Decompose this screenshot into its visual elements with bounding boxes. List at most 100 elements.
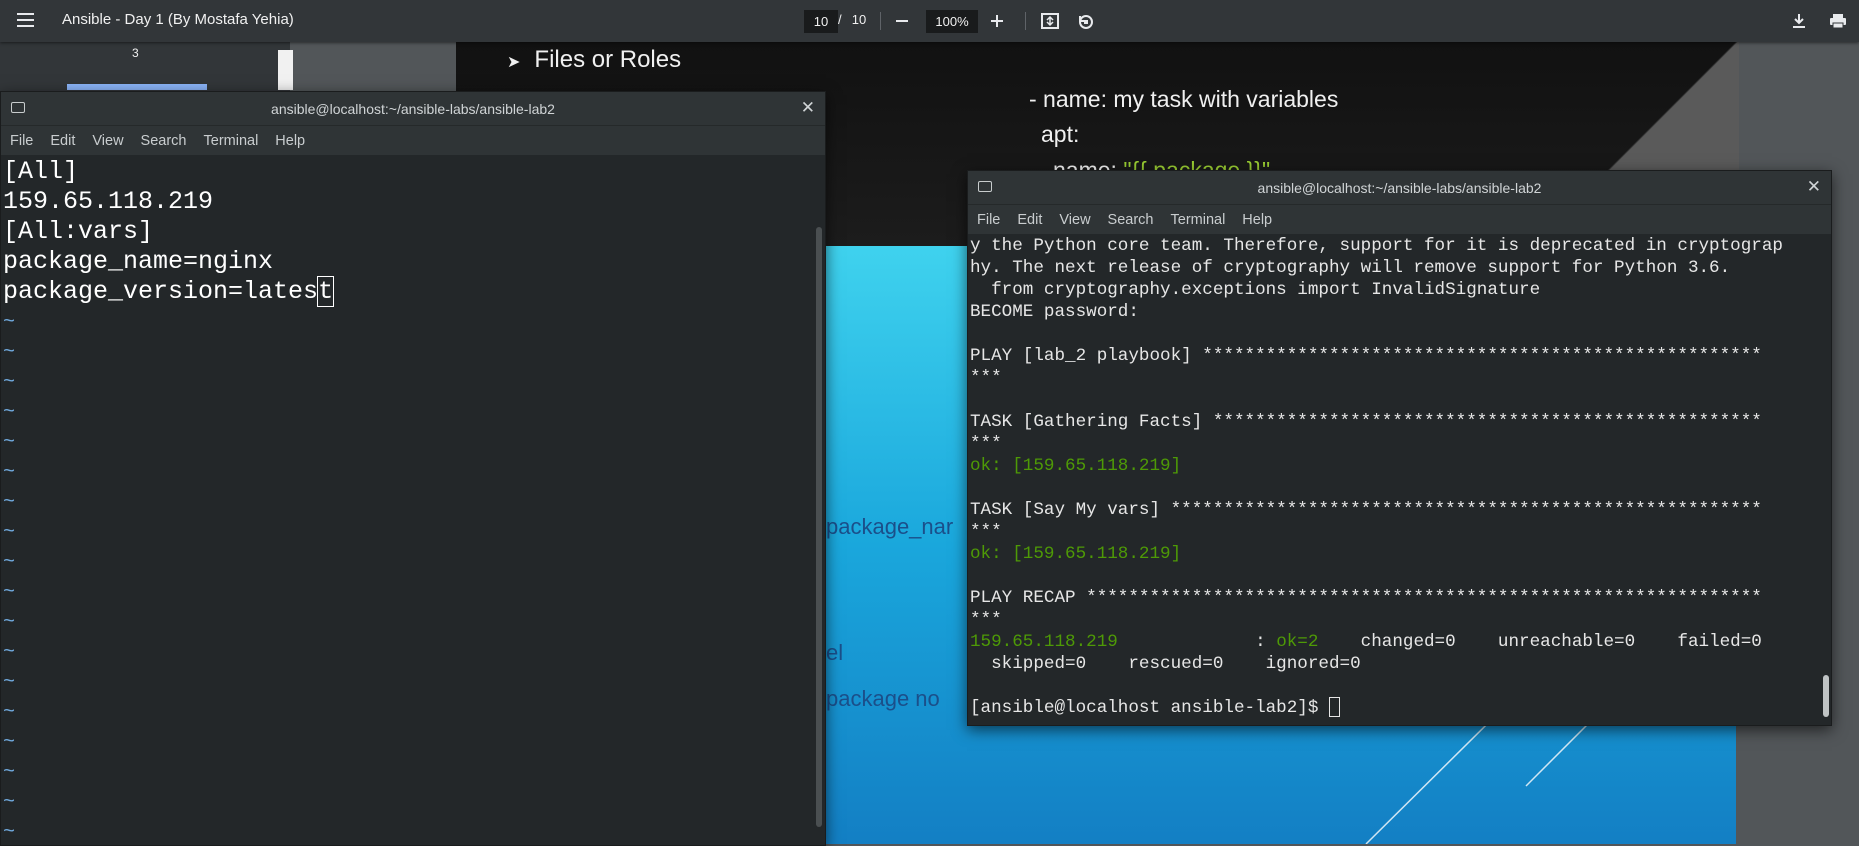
vim-line: package_name=nginx <box>3 247 274 276</box>
print-icon[interactable] <box>1826 9 1850 33</box>
shell-prompt-line[interactable]: [ansible@localhost ansible-lab2]$ <box>970 697 1340 719</box>
vim-tilde: ~ <box>3 581 16 604</box>
recap-line: 159.65.118.219 : ok=2 changed=0 unreacha… <box>970 631 1762 653</box>
terminal-output[interactable]: y the Python core team. Therefore, suppo… <box>968 234 1831 725</box>
terminal-icon <box>978 181 992 192</box>
plus-icon[interactable] <box>985 9 1009 33</box>
page-total: 10 <box>851 12 867 27</box>
menu-search[interactable]: Search <box>141 133 187 149</box>
menu-search[interactable]: Search <box>1108 212 1154 228</box>
output-line: PLAY [lab_2 playbook] ******************… <box>970 346 1762 366</box>
menu-terminal[interactable]: Terminal <box>204 133 259 149</box>
terminal-menubar: File Edit View Search Terminal Help <box>1 125 825 156</box>
output-line-ok: ok: [159.65.118.219] <box>970 544 1182 564</box>
vim-line: package_version=latest <box>3 276 335 307</box>
vim-tilde: ~ <box>3 761 16 784</box>
vim-tilde: ~ <box>3 311 16 334</box>
slide-bullet: ➤ Files or Roles <box>507 46 682 73</box>
pdf-toolbar: Ansible - Day 1 (By Mostafa Yehia) / 10 <box>0 0 1859 42</box>
slide-bullet-text: Files or Roles <box>534 46 682 73</box>
menu-view[interactable]: View <box>92 133 123 149</box>
toolbar-divider <box>880 12 881 30</box>
vim-tilde: ~ <box>3 431 16 454</box>
vim-cursor: t <box>317 276 335 307</box>
vim-line-text: package_version=lates <box>3 277 319 306</box>
thumbnail-selected[interactable] <box>67 84 207 90</box>
vim-tilde: ~ <box>3 671 16 694</box>
close-icon[interactable]: ✕ <box>801 98 815 118</box>
menu-help[interactable]: Help <box>275 133 305 149</box>
output-line: *** <box>970 368 1002 388</box>
vim-tilde: ~ <box>3 461 16 484</box>
output-line: from cryptography.exceptions import Inva… <box>970 280 1541 300</box>
vim-editor[interactable]: [All] 159.65.118.219 [All:vars] package_… <box>1 155 825 845</box>
output-line: PLAY RECAP *****************************… <box>970 588 1762 608</box>
output-line: TASK [Gathering Facts] *****************… <box>970 412 1762 432</box>
recap-host: 159.65.118.219 <box>970 632 1118 652</box>
vim-tilde: ~ <box>3 551 16 574</box>
thumbnail-scrollbar[interactable] <box>278 50 293 90</box>
output-line: TASK [Say My vars] *********************… <box>970 500 1762 520</box>
document-title: Ansible - Day 1 (By Mostafa Yehia) <box>62 11 294 28</box>
vim-tilde: ~ <box>3 401 16 424</box>
page-number-input[interactable] <box>804 10 838 33</box>
toolbar-divider <box>1025 12 1026 30</box>
recap-rest: changed=0 unreachable=0 failed=0 <box>1318 632 1762 652</box>
menu-file[interactable]: File <box>977 212 1000 228</box>
scrollbar[interactable] <box>1823 675 1829 717</box>
menu-help[interactable]: Help <box>1242 212 1272 228</box>
terminal-titlebar[interactable]: ansible@localhost:~/ansible-labs/ansible… <box>968 171 1831 204</box>
minus-icon[interactable] <box>890 9 914 33</box>
download-icon[interactable] <box>1787 9 1811 33</box>
terminal-titlebar[interactable]: ansible@localhost:~/ansible-labs/ansible… <box>1 92 825 125</box>
recap-ok: ok=2 <box>1276 632 1319 652</box>
slide-text-fragment: package no <box>826 686 940 711</box>
terminal-window-right[interactable]: ansible@localhost:~/ansible-labs/ansible… <box>967 170 1832 726</box>
terminal-cursor <box>1328 697 1340 718</box>
output-line: BECOME password: <box>970 302 1139 322</box>
vim-tilde: ~ <box>3 641 16 664</box>
scrollbar[interactable] <box>816 227 822 827</box>
output-line: *** <box>970 434 1002 454</box>
thumbnail-page-number: 3 <box>132 46 139 60</box>
vim-tilde: ~ <box>3 371 16 394</box>
output-line: y the Python core team. Therefore, suppo… <box>970 236 1783 256</box>
menu-terminal[interactable]: Terminal <box>1171 212 1226 228</box>
vim-tilde: ~ <box>3 731 16 754</box>
slide-code-line: apt: <box>1041 121 1080 147</box>
menu-edit[interactable]: Edit <box>50 133 75 149</box>
vim-line: 159.65.118.219 <box>3 187 214 216</box>
output-line: *** <box>970 610 1002 630</box>
terminal-title: ansible@localhost:~/ansible-labs/ansible… <box>271 100 555 117</box>
menu-edit[interactable]: Edit <box>1017 212 1042 228</box>
close-icon[interactable]: ✕ <box>1807 177 1821 197</box>
output-line: *** <box>970 522 1002 542</box>
rotate-icon[interactable] <box>1074 9 1098 33</box>
hamburger-icon[interactable] <box>17 13 34 28</box>
vim-tilde: ~ <box>3 791 16 814</box>
vim-tilde: ~ <box>3 701 16 724</box>
page-separator: / <box>838 12 842 27</box>
vim-tilde: ~ <box>3 521 16 544</box>
output-line: hy. The next release of cryptography wil… <box>970 258 1731 278</box>
menu-view[interactable]: View <box>1059 212 1090 228</box>
vim-tilde: ~ <box>3 341 16 364</box>
slide-text-fragment: package_nar <box>826 514 954 539</box>
zoom-input[interactable] <box>926 10 978 33</box>
terminal-window-left[interactable]: ansible@localhost:~/ansible-labs/ansible… <box>0 91 826 846</box>
terminal-title: ansible@localhost:~/ansible-labs/ansible… <box>1257 179 1542 196</box>
terminal-menubar: File Edit View Search Terminal Help <box>968 204 1831 235</box>
terminal-icon <box>11 102 25 113</box>
menu-file[interactable]: File <box>10 133 33 149</box>
vim-tilde: ~ <box>3 821 16 844</box>
output-line-ok: ok: [159.65.118.219] <box>970 456 1182 476</box>
shell-prompt: [ansible@localhost ansible-lab2]$ <box>970 698 1329 718</box>
fit-to-page-icon[interactable] <box>1038 9 1062 33</box>
vim-line: [All:vars] <box>3 217 154 246</box>
slide-code-line: - name: my task with variables <box>1029 86 1339 112</box>
slide-text-fragment: el <box>826 640 844 665</box>
vim-tilde: ~ <box>3 611 16 634</box>
vim-tilde: ~ <box>3 491 16 514</box>
output-line: skipped=0 rescued=0 ignored=0 <box>970 654 1361 674</box>
recap-colon: : <box>1117 632 1277 652</box>
